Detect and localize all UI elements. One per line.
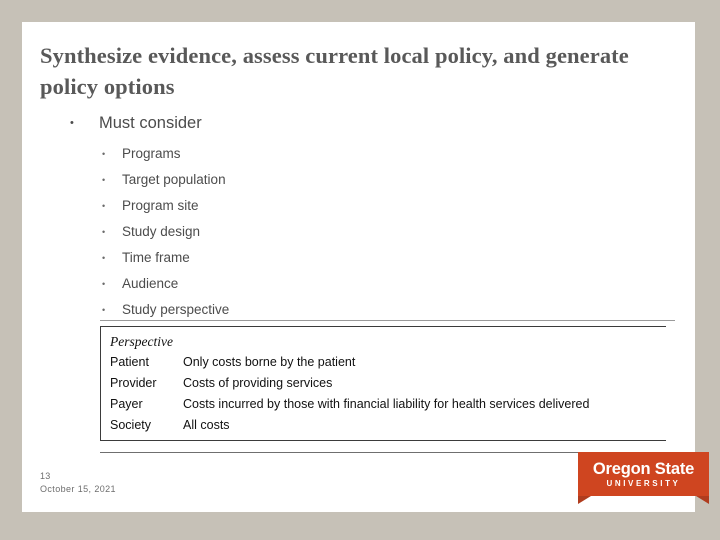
oregon-state-logo: Oregon State UNIVERSITY bbox=[578, 452, 709, 504]
logo-ribbon-tail-left-icon bbox=[578, 496, 591, 504]
bullet-item-label: Study perspective bbox=[122, 302, 230, 317]
bullet-item-program-site: • Program site bbox=[40, 193, 680, 219]
table-cell-label: Patient bbox=[110, 355, 149, 369]
bullet-marker-icon: • bbox=[102, 279, 106, 289]
table-row: Provider Costs of providing services bbox=[108, 373, 666, 394]
slide-date: October 15, 2021 bbox=[40, 484, 116, 494]
logo-subword: UNIVERSITY bbox=[606, 479, 681, 488]
bullet-marker-icon: • bbox=[102, 201, 106, 211]
perspective-table: Perspective Patient Only costs borne by … bbox=[100, 326, 666, 441]
bullet-item-audience: • Audience bbox=[40, 271, 680, 297]
table-cell-label: Society bbox=[110, 418, 151, 432]
bullet-marker-icon: • bbox=[102, 227, 106, 237]
logo-wordmark: Oregon State bbox=[592, 460, 695, 478]
slide-body: • Must consider • Programs • Target popu… bbox=[40, 112, 680, 323]
bullet-item-label: Study design bbox=[122, 224, 201, 239]
bullet-marker-icon: • bbox=[102, 149, 106, 159]
bullet-item-programs: • Programs bbox=[40, 141, 680, 167]
bullet-item-label: Programs bbox=[122, 146, 181, 161]
bullet-marker-icon: • bbox=[102, 253, 106, 263]
table-cell-label: Provider bbox=[110, 376, 157, 390]
table-cell-description: Only costs borne by the patient bbox=[183, 355, 356, 369]
bullet-item-label: Audience bbox=[122, 276, 179, 291]
bullet-marker-icon: • bbox=[70, 117, 74, 129]
bullet-item-time-frame: • Time frame bbox=[40, 245, 680, 271]
table-cell-label: Payer bbox=[110, 397, 143, 411]
perspective-table-figure: Perspective Patient Only costs borne by … bbox=[100, 320, 675, 453]
slide-footer: 13 October 15, 2021 bbox=[40, 470, 116, 496]
bullet-item-study-design: • Study design bbox=[40, 219, 680, 245]
table-cell-description: All costs bbox=[183, 418, 230, 432]
slide-number: 13 bbox=[40, 471, 51, 481]
table-row: Patient Only costs borne by the patient bbox=[108, 352, 666, 373]
figure-spacer bbox=[100, 441, 675, 452]
table-row: Payer Costs incurred by those with finan… bbox=[108, 394, 666, 415]
bullet-marker-icon: • bbox=[102, 175, 106, 185]
bullet-level1-label: Must consider bbox=[99, 114, 202, 132]
page-title: Synthesize evidence, assess current loca… bbox=[40, 43, 629, 99]
bullet-item-label: Program site bbox=[122, 198, 199, 213]
slide-canvas: Synthesize evidence, assess current loca… bbox=[22, 22, 709, 512]
logo-ribbon-tail-right-icon bbox=[696, 496, 709, 504]
table-row: Society All costs bbox=[108, 415, 666, 436]
bullet-item-target-population: • Target population bbox=[40, 167, 680, 193]
perspective-table-header: Perspective bbox=[110, 334, 173, 349]
table-cell-description: Costs incurred by those with financial l… bbox=[183, 397, 590, 411]
bullet-item-label: Time frame bbox=[122, 250, 190, 265]
table-cell-description: Costs of providing services bbox=[183, 376, 333, 390]
bullet-level1-must-consider: • Must consider bbox=[40, 112, 680, 134]
bullet-item-label: Target population bbox=[122, 172, 226, 187]
